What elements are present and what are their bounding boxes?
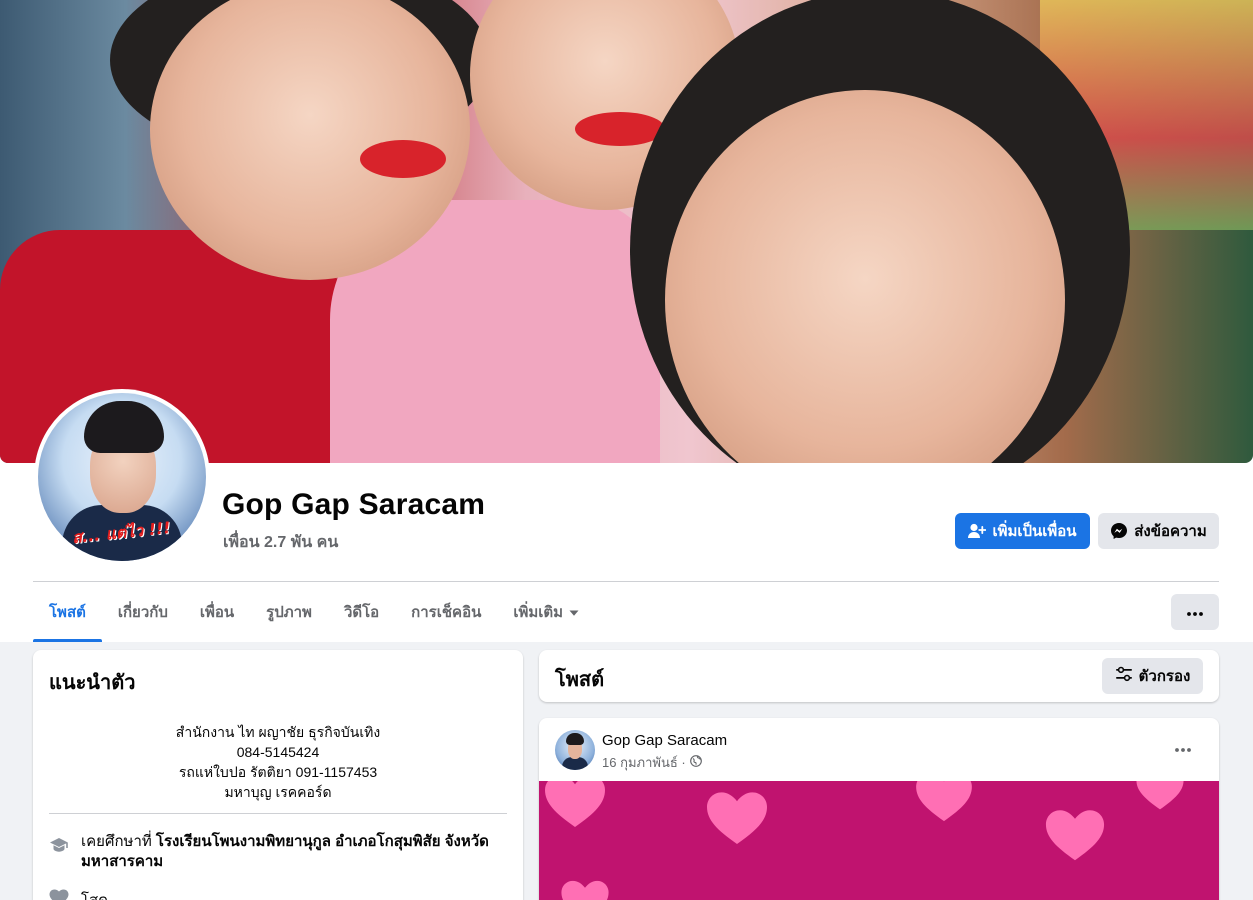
globe-icon <box>689 755 702 770</box>
tab-videos[interactable]: วิดีโอ <box>328 582 395 642</box>
post-author-name[interactable]: Gop Gap Saracam <box>602 732 727 749</box>
tab-about[interactable]: เกี่ยวกับ <box>102 582 184 642</box>
heart-icon <box>49 889 69 900</box>
intro-divider <box>49 813 507 814</box>
avatar: ส... แต่ไว !!! <box>38 393 206 561</box>
tab-label: เพิ่มเติม <box>513 604 564 621</box>
profile-header: ส... แต่ไว !!! Gop Gap Saracam เพื่อน 2.… <box>0 0 1253 642</box>
friends-count[interactable]: เพื่อน 2.7 พัน คน <box>223 530 338 555</box>
cover-lips-middle <box>575 112 665 146</box>
tab-checkins[interactable]: การเช็คอิน <box>395 582 497 642</box>
heart-decoration-icon <box>545 781 605 827</box>
posts-header-card: โพสต์ ตัวกรอง <box>539 650 1219 702</box>
bio-line: 084-5145424 <box>236 744 320 760</box>
more-dots-icon <box>1175 739 1191 757</box>
relationship-status: โสด <box>81 888 108 900</box>
tab-posts[interactable]: โพสต์ <box>33 582 102 642</box>
profile-name: Gop Gap Saracam <box>222 488 486 521</box>
heart-decoration-icon <box>916 781 972 822</box>
education-prefix: เคยศึกษาที่ <box>81 833 156 850</box>
cover-lips-left <box>360 140 446 178</box>
tab-photos[interactable]: รูปภาพ <box>250 582 328 642</box>
add-friend-icon <box>968 523 987 539</box>
filter-button[interactable]: ตัวกรอง <box>1102 658 1203 694</box>
tab-label: การเช็คอิน <box>411 604 482 621</box>
avatar-hair <box>84 401 164 453</box>
tab-more[interactable]: เพิ่มเติม <box>497 582 595 642</box>
heart-decoration-icon <box>1045 810 1105 861</box>
message-button[interactable]: ส่งข้อความ <box>1098 513 1219 549</box>
post-card: Gop Gap Saracam 16 กุมภาพันธ์ · <box>539 718 1219 900</box>
education-text: เคยศึกษาที่ โรงเรียนโพนงามพิทยานุกูล อำเ… <box>81 832 507 872</box>
filter-sliders-icon <box>1115 666 1133 686</box>
bio-line: มหาบุญ เรคคอร์ด <box>224 784 332 800</box>
heart-decoration-icon <box>1136 781 1184 810</box>
cover-photo[interactable] <box>0 0 1253 463</box>
post-options-button[interactable] <box>1165 730 1201 766</box>
post-meta: 16 กุมภาพันธ์ · <box>602 752 702 773</box>
post-date[interactable]: 16 กุมภาพันธ์ · <box>602 752 686 773</box>
tab-label: รูปภาพ <box>266 604 312 621</box>
messenger-icon <box>1110 522 1128 540</box>
post-image[interactable] <box>539 781 1219 900</box>
heart-decoration-icon <box>561 880 609 900</box>
post-author-avatar[interactable] <box>555 730 595 770</box>
message-label: ส่งข้อความ <box>1134 523 1207 540</box>
intro-title: แนะนำตัว <box>49 672 136 694</box>
profile-more-button[interactable] <box>1171 594 1219 630</box>
tab-label: เกี่ยวกับ <box>117 604 168 621</box>
profile-picture[interactable]: ส... แต่ไว !!! <box>34 389 210 565</box>
bio-line: รถแห่ใบปอ รัตติยา 091-1157453 <box>178 764 378 780</box>
tab-label: วิดีโอ <box>343 604 380 621</box>
graduation-cap-icon <box>49 835 69 855</box>
avatar-hair <box>566 733 584 745</box>
relationship-row: โสด <box>49 888 108 900</box>
intro-card: แนะนำตัว สำนักงาน ไท ผญาชัย ธุรกิจบันเทิ… <box>33 650 523 900</box>
add-friend-label: เพิ่มเป็นเพื่อน <box>992 523 1077 540</box>
caret-down-icon <box>569 604 579 621</box>
tab-label: เพื่อน <box>199 604 235 621</box>
education-row: เคยศึกษาที่ โรงเรียนโพนงามพิทยานุกูล อำเ… <box>49 832 507 872</box>
bio-line: สำนักงาน ไท ผญาชัย ธุรกิจบันเทิง <box>175 724 381 740</box>
posts-title: โพสต์ <box>555 669 605 691</box>
heart-decoration-icon <box>707 792 767 844</box>
more-dots-icon <box>1187 603 1203 621</box>
add-friend-button[interactable]: เพิ่มเป็นเพื่อน <box>955 513 1090 549</box>
bio: สำนักงาน ไท ผญาชัย ธุรกิจบันเทิง 084-514… <box>49 722 507 802</box>
filter-label: ตัวกรอง <box>1138 668 1191 685</box>
tab-friends[interactable]: เพื่อน <box>184 582 250 642</box>
tab-label: โพสต์ <box>49 604 86 621</box>
profile-tabs: โพสต์ เกี่ยวกับ เพื่อน รูปภาพ วิดีโอ การ… <box>33 582 595 642</box>
